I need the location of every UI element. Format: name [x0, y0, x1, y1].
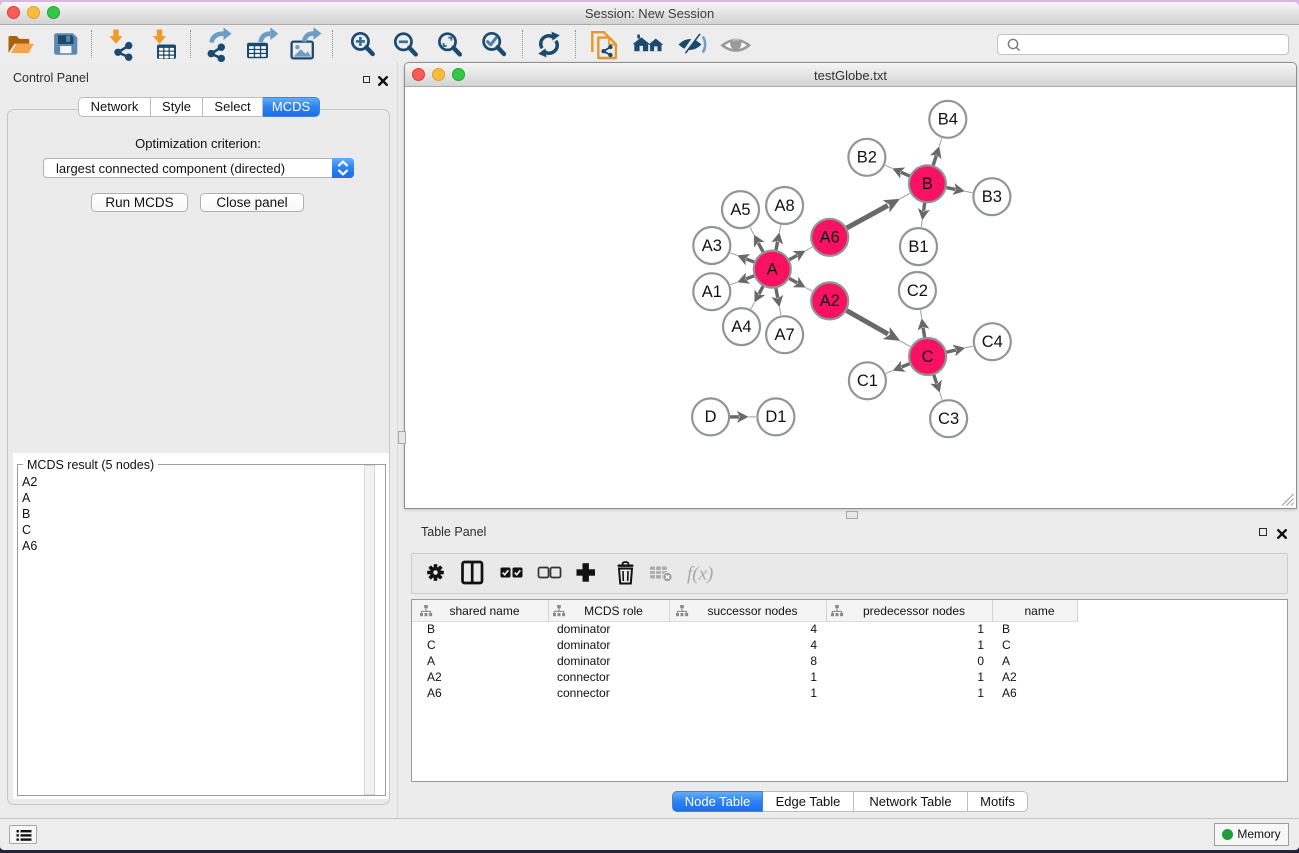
- svg-text:A5: A5: [730, 201, 750, 219]
- svg-text:A: A: [767, 260, 778, 278]
- svg-text:A6: A6: [820, 229, 840, 247]
- svg-text:D1: D1: [765, 408, 786, 426]
- svg-text:B4: B4: [938, 111, 958, 129]
- svg-text:A1: A1: [702, 283, 722, 301]
- svg-text:B1: B1: [908, 238, 928, 256]
- svg-text:A2: A2: [820, 292, 840, 310]
- svg-text:B: B: [922, 175, 933, 193]
- svg-text:A3: A3: [702, 237, 722, 255]
- svg-text:C3: C3: [938, 410, 959, 428]
- svg-text:B2: B2: [857, 149, 877, 167]
- svg-text:A4: A4: [731, 318, 751, 336]
- svg-text:B3: B3: [982, 188, 1002, 206]
- svg-text:A8: A8: [775, 197, 795, 215]
- svg-text:f(x): f(x): [687, 564, 713, 585]
- svg-text:D: D: [705, 408, 717, 426]
- svg-text:C2: C2: [907, 282, 928, 300]
- svg-text:C4: C4: [982, 333, 1003, 351]
- svg-text:C: C: [922, 348, 934, 366]
- svg-text:A7: A7: [775, 326, 795, 344]
- svg-text:C1: C1: [857, 372, 878, 390]
